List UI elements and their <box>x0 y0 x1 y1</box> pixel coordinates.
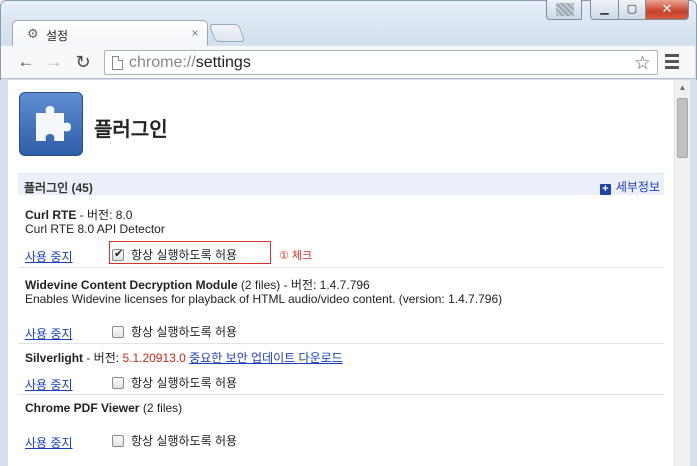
plugin-version-outdated: 5.1.20913.0 <box>122 351 186 365</box>
plugin-item-chrome-pdf-viewer: Chrome PDF Viewer (2 files) 사용 중지 항상 실행하… <box>18 395 664 466</box>
plugin-meta: - 버전: <box>83 351 123 365</box>
puzzle-piece-icon <box>19 92 83 156</box>
window-border-left <box>0 80 8 466</box>
minimize-icon: ▁ <box>600 3 609 15</box>
tab-close-icon[interactable]: × <box>189 26 201 40</box>
plugin-description: Enables Widevine licenses for playback o… <box>25 292 503 306</box>
plugin-title: Silverlight - 버전: 5.1.20913.0 중요한 보안 업데이… <box>25 349 343 366</box>
plugin-item-curl-rte: Curl RTE - 버전: 8.0 Curl RTE 8.0 API Dete… <box>18 195 664 268</box>
toolbar: ← → ↻ chrome://settings ☆ <box>1 46 695 79</box>
plugin-title: Curl RTE - 버전: 8.0 <box>25 206 132 223</box>
always-allow-checkbox[interactable]: 항상 실행하도록 허용 <box>112 432 237 449</box>
plugin-item-widevine: Widevine Content Decryption Module (2 fi… <box>18 268 664 344</box>
plugin-meta: (2 files) - 버전: 1.4.7.796 <box>237 278 370 292</box>
plugin-meta: (2 files) <box>139 401 183 415</box>
details-label: 세부정보 <box>615 180 660 194</box>
tab-title: 설정 <box>46 29 69 43</box>
menu-icon[interactable] <box>665 54 679 69</box>
checkbox-unchecked[interactable] <box>112 326 124 338</box>
page-icon <box>112 56 123 70</box>
maximize-button[interactable]: ▢ <box>618 0 646 20</box>
page-content: 플러그인 플러그인 (45) + 세부정보 Curl RTE - 버전: 8.0 … <box>8 80 674 466</box>
address-bar[interactable]: chrome://settings ☆ <box>104 50 658 75</box>
always-allow-label: 항상 실행하도록 허용 <box>131 248 238 262</box>
minimize-button[interactable]: ▁ <box>590 0 619 20</box>
details-toggle[interactable]: + 세부정보 <box>599 178 660 195</box>
plugin-name: Silverlight <box>25 351 84 365</box>
plus-icon: + <box>599 184 611 195</box>
back-arrow-icon[interactable]: ← <box>15 51 37 73</box>
always-allow-label: 항상 실행하도록 허용 <box>131 376 238 390</box>
plugins-header: 플러그인 (45) + 세부정보 <box>18 173 664 195</box>
tab-settings[interactable]: ⚙ 설정 × <box>12 20 208 47</box>
disable-plugin-link[interactable]: 사용 중지 <box>25 325 73 342</box>
checkbox-unchecked[interactable] <box>112 435 124 447</box>
close-window-button[interactable]: ✕ <box>645 0 689 20</box>
plugins-count-title: 플러그인 (45) <box>24 181 93 195</box>
annotation-label: ① 체크 <box>279 250 313 262</box>
close-icon: ✕ <box>661 1 673 16</box>
plugin-name: Chrome PDF Viewer <box>25 401 140 415</box>
window-border-right <box>690 80 697 466</box>
disable-plugin-link[interactable]: 사용 중지 <box>25 376 73 393</box>
plugin-description: Curl RTE 8.0 API Detector <box>25 222 165 236</box>
url-text: chrome://settings <box>129 54 251 72</box>
new-tab-button[interactable] <box>208 24 246 42</box>
scrollbar-thumb[interactable] <box>677 98 688 158</box>
plugin-title: Widevine Content Decryption Module (2 fi… <box>25 276 370 293</box>
always-allow-label: 항상 실행하도록 허용 <box>131 325 238 339</box>
plugin-title: Chrome PDF Viewer (2 files) <box>25 401 182 415</box>
always-allow-checkbox[interactable]: 항상 실행하도록 허용 <box>112 246 237 263</box>
forward-arrow-icon[interactable]: → <box>43 51 65 73</box>
reload-icon[interactable]: ↻ <box>72 51 94 73</box>
checkbox-checked[interactable] <box>112 247 124 261</box>
disable-plugin-link[interactable]: 사용 중지 <box>25 434 73 451</box>
vertical-scrollbar[interactable]: ▲ <box>674 80 690 466</box>
bookmark-star-icon[interactable]: ☆ <box>634 52 651 75</box>
url-scheme: chrome:// <box>129 54 196 71</box>
profile-button[interactable] <box>546 0 582 20</box>
scroll-up-icon[interactable]: ▲ <box>675 80 690 95</box>
security-update-link[interactable]: 중요한 보안 업데이트 다운로드 <box>189 351 343 365</box>
gear-icon: ⚙ <box>27 26 39 41</box>
always-allow-checkbox[interactable]: 항상 실행하도록 허용 <box>112 323 237 340</box>
disable-plugin-link[interactable]: 사용 중지 <box>25 248 73 265</box>
user-avatar <box>556 3 574 16</box>
plugin-name: Widevine Content Decryption Module <box>25 278 238 292</box>
url-path: settings <box>195 54 251 71</box>
plugin-meta: - 버전: 8.0 <box>76 208 133 222</box>
page-title: 플러그인 <box>94 119 168 141</box>
plugin-name: Curl RTE <box>25 208 77 222</box>
checkbox-unchecked[interactable] <box>112 377 124 389</box>
tab-strip: ⚙ 설정 × ▁ ▢ ✕ <box>0 0 697 47</box>
always-allow-label: 항상 실행하도록 허용 <box>131 434 238 448</box>
maximize-icon: ▢ <box>626 3 638 15</box>
always-allow-checkbox[interactable]: 항상 실행하도록 허용 <box>112 374 237 391</box>
plugin-item-silverlight: Silverlight - 버전: 5.1.20913.0 중요한 보안 업데이… <box>18 344 664 395</box>
